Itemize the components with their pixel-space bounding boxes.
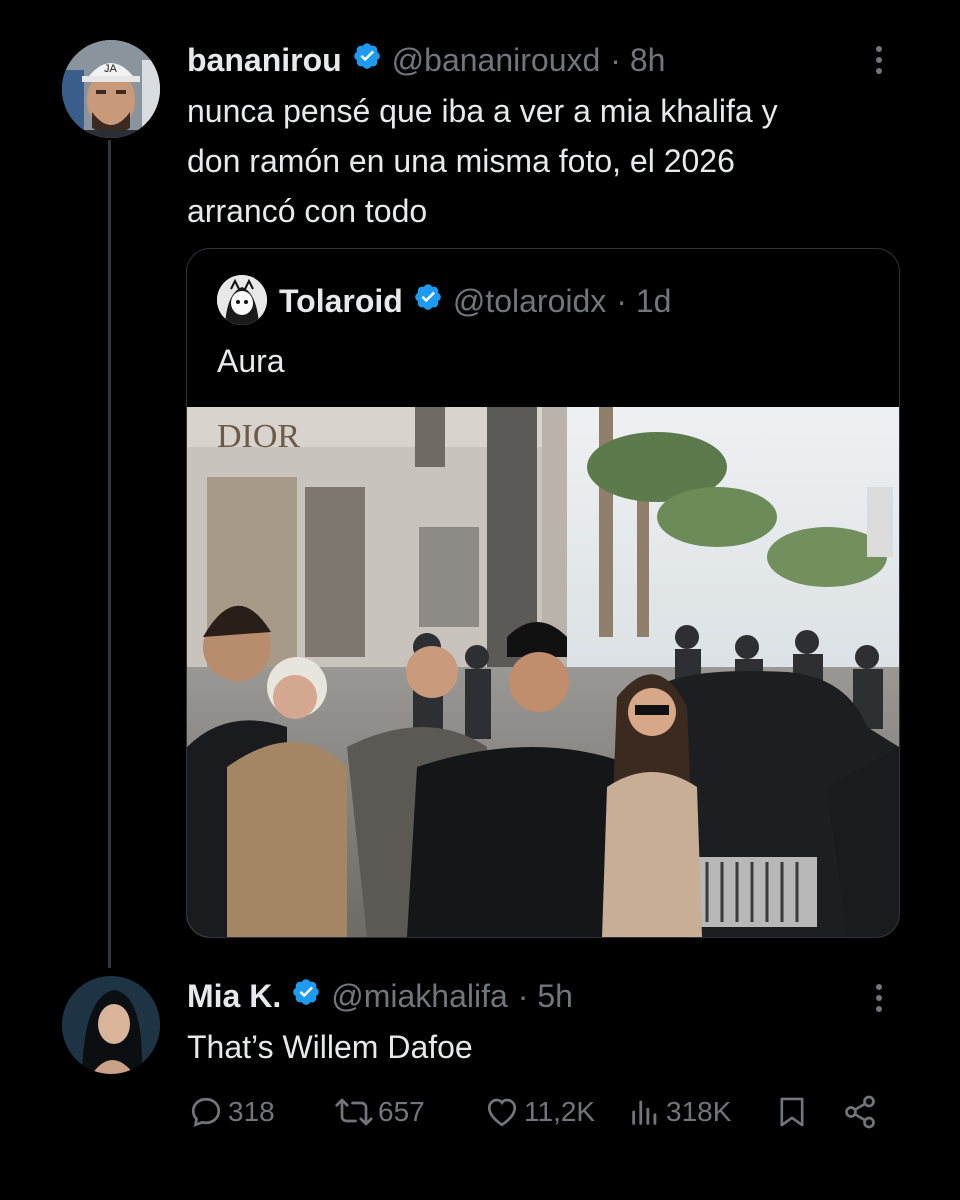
like-button[interactable]: 11,2K	[484, 1094, 595, 1130]
quoted-tweet-time: · 1d	[616, 282, 672, 319]
main-tweet-header: bananirou @bananirouxd · 8h	[187, 38, 665, 82]
quoted-tweet-text: Aura	[217, 343, 285, 379]
quoted-author-name: Tolaroid	[279, 282, 403, 319]
share-icon[interactable]	[842, 1094, 878, 1135]
repost-icon	[335, 1098, 373, 1126]
store-sign-text: DIOR	[217, 418, 300, 455]
quoted-tweet-card[interactable]: Tolaroid @tolaroidx · 1d Aura DIOR	[186, 248, 900, 938]
view-count: 318K	[666, 1096, 732, 1127]
reply-author-avatar[interactable]	[62, 976, 160, 1074]
quoted-author-avatar	[217, 275, 267, 325]
author-name[interactable]: bananirou	[187, 42, 342, 79]
reply-header: Mia K. @miakhalifa · 5h	[187, 974, 573, 1018]
bookmark-icon[interactable]	[776, 1094, 808, 1135]
author-handle[interactable]: @bananirouxd	[392, 42, 601, 79]
tweet-text-line: nunca pensé que iba a ver a mia khalifa …	[187, 93, 778, 129]
reply-time[interactable]: · 5h	[518, 978, 573, 1015]
tweet-text: nunca pensé que iba a ver a mia khalifa …	[187, 86, 927, 236]
repost-count: 657	[378, 1096, 425, 1127]
more-options-icon[interactable]	[874, 46, 884, 74]
reply-author-name[interactable]: Mia K.	[187, 978, 281, 1015]
quoted-tweet-header: Tolaroid @tolaroidx · 1d	[279, 279, 671, 323]
analytics-icon	[632, 1100, 657, 1125]
thread-line	[108, 140, 111, 968]
verified-badge-icon	[352, 41, 382, 79]
author-avatar[interactable]: JA	[62, 40, 160, 138]
like-count: 11,2K	[524, 1096, 596, 1127]
reply-text: That’s Willem Dafoe	[187, 1029, 473, 1065]
more-options-icon[interactable]	[874, 984, 884, 1012]
avatar-cap-text: JA	[104, 63, 118, 75]
verified-badge-icon	[413, 282, 443, 320]
reply-author-handle[interactable]: @miakhalifa	[331, 978, 508, 1015]
reply-button[interactable]: 318	[188, 1094, 275, 1130]
tweet-text-line: arrancó con todo	[187, 193, 428, 229]
views-button[interactable]: 318K	[628, 1094, 731, 1130]
quoted-tweet-photo[interactable]: DIOR	[187, 407, 899, 937]
avatar-photo: JA	[62, 40, 160, 138]
quoted-author-handle: @tolaroidx	[452, 282, 607, 319]
reply-count: 318	[228, 1096, 275, 1127]
tweet-text-line: don ramón en una misma foto, el 2026	[187, 143, 735, 179]
reply-icon	[191, 1097, 221, 1127]
heart-icon	[487, 1098, 517, 1127]
repost-button[interactable]: 657	[334, 1094, 425, 1130]
tweet-time[interactable]: · 8h	[610, 42, 665, 79]
verified-badge-icon	[291, 977, 321, 1015]
